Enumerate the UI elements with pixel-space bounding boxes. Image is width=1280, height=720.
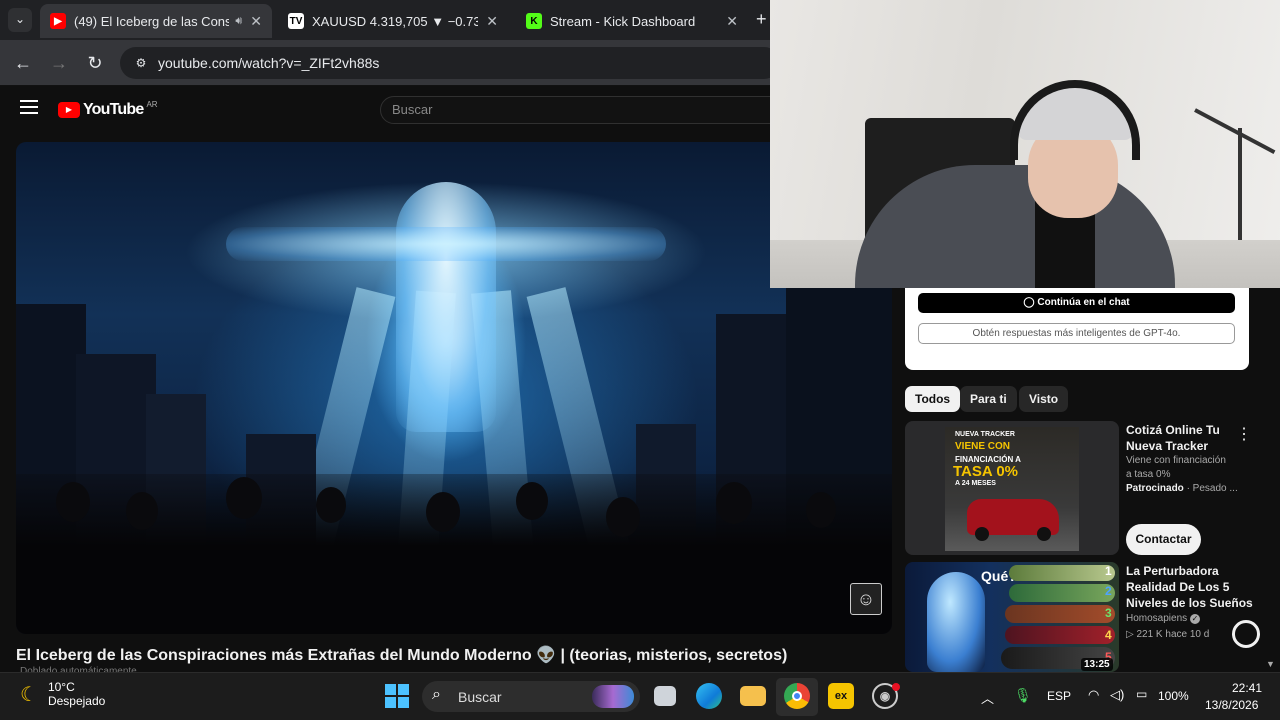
new-tab-button[interactable]: +	[756, 9, 767, 30]
glowing-figure	[396, 182, 496, 432]
tradingview-icon: TV	[288, 13, 304, 29]
back-icon[interactable]: ←	[12, 52, 34, 74]
level-2	[1009, 584, 1115, 602]
forward-icon[interactable]: →	[48, 52, 70, 74]
sponsored-label: Patrocinado · Pesado ...	[1126, 483, 1238, 494]
video-player[interactable]	[16, 142, 892, 634]
alien-figure	[927, 572, 985, 672]
tab-tradingview[interactable]: TV XAUUSD 4.319,705 ▼ −0.73% S ✕	[278, 6, 508, 36]
filter-chip-visto[interactable]: Visto	[1019, 386, 1069, 412]
wheel	[975, 527, 989, 541]
menu-icon[interactable]	[20, 100, 38, 114]
level-4	[1005, 626, 1115, 644]
battery-percent: 100%	[1158, 689, 1189, 703]
video-stats: ▷ 221 K hace 10 d	[1126, 629, 1210, 640]
language-indicator[interactable]: ESP	[1047, 689, 1071, 703]
notification-dot	[892, 683, 900, 691]
volume-icon[interactable]: ◁)	[1110, 687, 1124, 703]
video-rec-title[interactable]: La Perturbadora Realidad De Los 5 Nivele…	[1126, 563, 1266, 611]
stair-post	[1238, 128, 1242, 243]
clock-date[interactable]: 13/8/2026	[1205, 698, 1258, 712]
search-highlight-icon	[592, 685, 634, 708]
tab-youtube[interactable]: ▶ (49) El Iceberg de las Consp 🔊︎ ✕	[40, 4, 272, 38]
search-icon: ⌕	[432, 686, 441, 703]
continue-chat-button[interactable]: ◯ Continúa en el chat	[918, 293, 1235, 313]
chat-bubble-icon: ◯	[1023, 297, 1038, 308]
address-bar[interactable]: ⚙︎ youtube.com/watch?v=_ZIFt2vh88s	[120, 47, 780, 79]
url-text: youtube.com/watch?v=_ZIFt2vh88s	[158, 55, 380, 71]
webcam-overlay	[770, 0, 1280, 288]
task-view-icon[interactable]	[654, 686, 676, 706]
crowd-head	[56, 482, 90, 522]
scroll-down-icon[interactable]: ▼	[1266, 659, 1275, 669]
site-info-icon[interactable]: ⚙︎	[132, 54, 150, 72]
crowd-head	[126, 492, 158, 530]
microphone-icon[interactable]: 🎙︎	[1014, 687, 1032, 704]
chrome-icon[interactable]	[784, 683, 810, 709]
ad-description: Viene con financiación a tasa 0%	[1126, 455, 1226, 480]
close-tab-icon[interactable]: ✕	[726, 13, 738, 30]
wheel	[1037, 527, 1051, 541]
filter-chip-todos[interactable]: Todos	[905, 386, 961, 412]
reload-icon[interactable]: ↻	[84, 52, 106, 74]
tab-search-button[interactable]: ⌄	[8, 8, 32, 32]
kick-icon: K	[526, 13, 542, 29]
glowing-arms	[226, 227, 666, 261]
stair-rail	[1194, 108, 1276, 155]
windows-start-icon[interactable]	[384, 683, 410, 709]
edge-icon[interactable]	[696, 683, 722, 709]
crowd-head	[226, 477, 262, 519]
search-input[interactable]: Buscar	[380, 96, 780, 124]
clock-time[interactable]: 22:41	[1232, 681, 1262, 695]
gpt-upsell-button[interactable]: Obtén respuestas más inteligentes de GPT…	[918, 323, 1235, 344]
duration-badge: 13:25	[1081, 658, 1113, 671]
battery-icon[interactable]: ▭	[1136, 687, 1147, 701]
weather-widget[interactable]: ☾ 10°C Despejado	[20, 680, 105, 708]
file-explorer-icon[interactable]	[740, 686, 766, 706]
wifi-icon[interactable]: ◠	[1088, 687, 1099, 703]
youtube-icon: ▶	[50, 13, 66, 29]
crowd-head	[426, 492, 460, 532]
audio-icon[interactable]: 🔊︎	[235, 15, 242, 28]
headset-icon	[1010, 80, 1140, 160]
ad-thumbnail[interactable]: NUEVA TRACKER VIENE CON FINANCIACIÓN A T…	[905, 421, 1119, 555]
youtube-logo[interactable]: ▶ YouTube AR	[58, 100, 158, 119]
youtube-play-icon: ▶	[58, 102, 80, 118]
moon-icon: ☾	[20, 683, 38, 706]
crowd-head	[716, 482, 752, 524]
exness-icon[interactable]: ex	[828, 683, 854, 709]
ad-image: NUEVA TRACKER VIENE CON FINANCIACIÓN A T…	[945, 427, 1079, 551]
channel-watermark-icon[interactable]: ☺	[850, 583, 882, 615]
tab-kick[interactable]: K Stream - Kick Dashboard ✕	[516, 6, 748, 36]
close-tab-icon[interactable]: ✕	[486, 13, 498, 30]
video-title: El Iceberg de las Conspiraciones más Ext…	[16, 647, 788, 664]
filter-chip-para-ti[interactable]: Para ti	[960, 386, 1017, 412]
close-tab-icon[interactable]: ✕	[250, 13, 262, 30]
crowd-head	[316, 487, 346, 523]
level-1	[1009, 565, 1115, 581]
channel-name[interactable]: Homosapiens ✓	[1126, 612, 1200, 626]
crowd-head	[806, 492, 836, 528]
crowd-head	[516, 482, 548, 520]
crowd-head	[606, 497, 640, 537]
taskbar-search[interactable]: ⌕ Buscar	[422, 681, 640, 712]
video-thumbnail[interactable]: Qué? 1 2 3 4 5 13:25	[905, 562, 1119, 672]
verified-icon: ✓	[1189, 614, 1200, 624]
openai-icon[interactable]	[1232, 620, 1260, 648]
level-3	[1005, 605, 1115, 623]
more-options-icon[interactable]: ⋮	[1236, 424, 1252, 444]
contact-button[interactable]: Contactar	[1126, 524, 1201, 555]
show-hidden-icons[interactable]: ︿	[981, 688, 994, 707]
ad-title[interactable]: Cotizá Online Tu Nueva Tracker	[1126, 422, 1236, 454]
